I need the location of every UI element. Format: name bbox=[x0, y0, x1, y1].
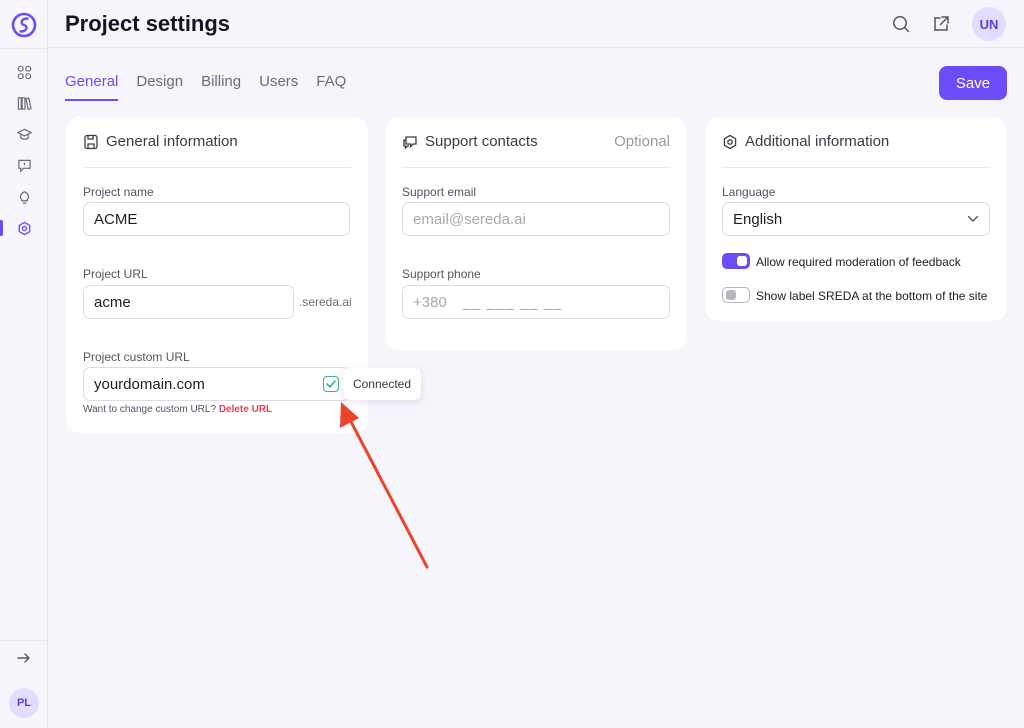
optional-label: Optional bbox=[614, 133, 670, 150]
tab-general[interactable]: General bbox=[65, 73, 119, 101]
card-title: Additional information bbox=[745, 133, 890, 150]
sidebar-bottom-divider bbox=[0, 640, 48, 641]
tab-billing[interactable]: Billing bbox=[201, 73, 241, 101]
delete-url-link[interactable]: Delete URL bbox=[219, 404, 272, 415]
sidebar-item-dashboard[interactable] bbox=[0, 61, 48, 83]
sidebar: PL bbox=[0, 0, 48, 728]
sidebar-item-courses[interactable] bbox=[0, 123, 48, 145]
connected-check-icon bbox=[323, 376, 339, 392]
additional-information-header: Additional information bbox=[722, 134, 990, 168]
project-url-input[interactable]: acme bbox=[83, 285, 294, 319]
save-button[interactable]: Save bbox=[939, 66, 1007, 100]
sreda-label-toggle-label: Show label SREDA at the bottom of the si… bbox=[756, 289, 988, 303]
dashboard-grid-icon bbox=[17, 65, 31, 79]
support-email-input[interactable]: email@sereda.ai bbox=[402, 202, 670, 236]
moderation-toggle[interactable] bbox=[722, 253, 750, 269]
sidebar-item-library[interactable] bbox=[0, 92, 48, 114]
hint-text: Want to change custom URL? bbox=[83, 404, 217, 415]
settings-hexagon-icon bbox=[723, 134, 737, 150]
support-email-label: Support email bbox=[402, 185, 477, 199]
search-button[interactable] bbox=[891, 14, 911, 34]
lightbulb-icon bbox=[19, 190, 29, 204]
custom-url-hint: Want to change custom URL? Delete URL bbox=[83, 404, 272, 415]
project-url-label: Project URL bbox=[83, 267, 148, 281]
phone-prefix: +380 bbox=[413, 293, 447, 311]
search-icon bbox=[893, 16, 910, 33]
connected-tooltip: Connected bbox=[343, 368, 421, 400]
settings-hexagon-icon bbox=[18, 221, 30, 235]
card-title: General information bbox=[106, 133, 238, 150]
feedback-bubble-icon bbox=[17, 159, 31, 173]
sreda-label-toggle[interactable] bbox=[722, 287, 750, 303]
chevron-down-icon bbox=[967, 215, 979, 222]
arrow-right-icon bbox=[17, 653, 30, 663]
sidebar-divider bbox=[0, 48, 48, 49]
custom-url-input[interactable]: yourdomain.com bbox=[83, 367, 350, 401]
settings-tabs: General Design Billing Users FAQ bbox=[65, 73, 364, 101]
custom-url-label: Project custom URL bbox=[83, 350, 190, 364]
tab-design[interactable]: Design bbox=[136, 73, 183, 101]
toggle-knob bbox=[726, 289, 736, 300]
support-phone-input[interactable]: +380 __ ___ __ __ bbox=[402, 285, 670, 319]
sidebar-item-feedback[interactable] bbox=[0, 154, 48, 176]
support-contacts-header: Support contacts Optional bbox=[402, 134, 670, 168]
tab-users[interactable]: Users bbox=[259, 73, 298, 101]
phone-mask: __ ___ __ __ bbox=[462, 293, 563, 311]
moderation-toggle-label: Allow required moderation of feedback bbox=[756, 255, 961, 269]
project-url-suffix: .sereda.ai bbox=[299, 295, 352, 309]
general-information-header: General information bbox=[83, 134, 351, 168]
project-name-input[interactable]: ACME bbox=[83, 202, 350, 236]
library-books-icon bbox=[17, 96, 32, 110]
sidebar-item-settings[interactable] bbox=[0, 217, 48, 239]
graduation-cap-icon bbox=[16, 128, 32, 140]
sereda-logo-icon[interactable] bbox=[11, 12, 37, 38]
external-link-icon bbox=[934, 16, 949, 31]
page-header: Project settings UN bbox=[48, 0, 1024, 48]
sidebar-item-ideas[interactable] bbox=[0, 186, 48, 208]
card-title: Support contacts bbox=[425, 133, 538, 150]
chat-bubbles-icon bbox=[403, 136, 417, 150]
language-select[interactable]: English bbox=[722, 202, 990, 236]
header-user-avatar[interactable]: UN bbox=[972, 7, 1006, 41]
tab-faq[interactable]: FAQ bbox=[316, 73, 346, 101]
project-name-label: Project name bbox=[83, 185, 154, 199]
expand-sidebar-button[interactable] bbox=[14, 650, 34, 666]
toggle-knob bbox=[737, 256, 747, 266]
page-title: Project settings bbox=[65, 11, 231, 36]
support-phone-label: Support phone bbox=[402, 267, 481, 281]
open-external-button[interactable] bbox=[931, 14, 951, 34]
sidebar-user-avatar[interactable]: PL bbox=[9, 688, 39, 718]
language-value: English bbox=[733, 210, 783, 228]
language-label: Language bbox=[722, 185, 776, 199]
save-floppy-icon bbox=[84, 134, 98, 150]
